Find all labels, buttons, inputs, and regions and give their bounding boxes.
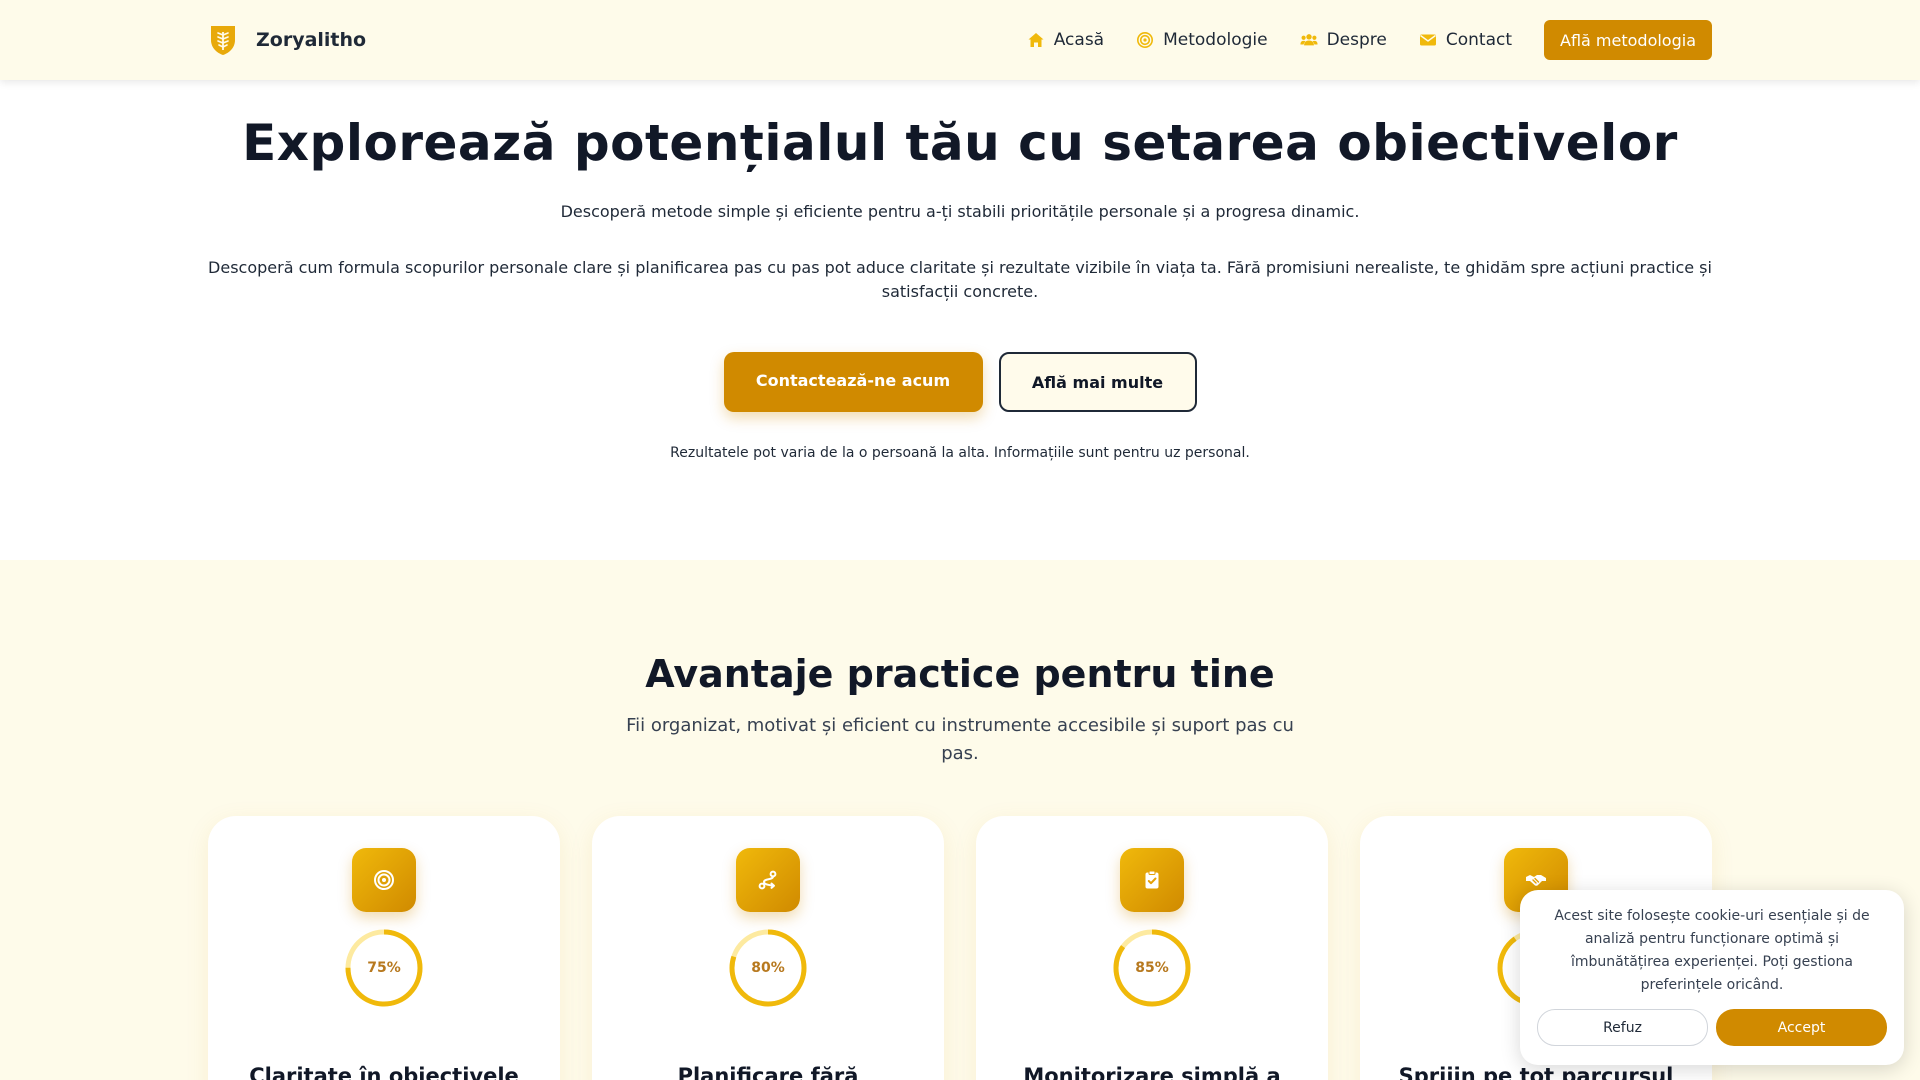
clipboard-check-icon bbox=[1145, 870, 1159, 889]
learn-more-button[interactable]: Află mai multe bbox=[998, 352, 1197, 412]
cookie-banner: Acest site folosește cookie-uri esențial… bbox=[1520, 890, 1904, 1065]
home-icon bbox=[1028, 33, 1044, 47]
nav-item-contact[interactable]: Contact bbox=[1419, 30, 1512, 50]
benefits-subtitle: Fii organizat, motivat și eficient cu in… bbox=[626, 715, 1294, 764]
nav-cta-button[interactable]: Află metodologia bbox=[1544, 20, 1712, 60]
envelope-icon bbox=[1419, 34, 1436, 46]
progress-percent: 80% bbox=[751, 960, 785, 976]
cookie-accept-button[interactable]: Accept bbox=[1716, 1009, 1887, 1046]
nav-item-acasa[interactable]: Acasă bbox=[1027, 30, 1104, 50]
card-icon-badge bbox=[352, 848, 416, 912]
nav-item-despre[interactable]: Despre bbox=[1300, 30, 1387, 50]
nav-item-metodologie[interactable]: Metodologie bbox=[1136, 30, 1268, 50]
card-title: Monitorizare simplă a bbox=[1023, 1064, 1281, 1080]
benefit-card: 85% Monitorizare simplă a bbox=[976, 816, 1328, 1080]
progress-ring: 80% bbox=[728, 928, 808, 1008]
hero-title: Explorează potențialul tău cu setarea ob… bbox=[242, 114, 1678, 172]
brand[interactable]: Zoryalitho bbox=[208, 23, 366, 57]
contact-now-button[interactable]: Contactează-ne acum bbox=[723, 352, 983, 412]
benefit-card: 80% Planificare fără bbox=[592, 816, 944, 1080]
progress-percent: 85% bbox=[1135, 960, 1169, 976]
card-title: Claritate în obiectivele bbox=[249, 1064, 519, 1080]
card-title: Planificare fără bbox=[677, 1064, 859, 1080]
benefits-title: Avantaje practice pentru tine bbox=[645, 652, 1275, 696]
nav-item-label: Contact bbox=[1445, 30, 1512, 50]
benefit-card: 75% Claritate în obiectivele bbox=[208, 816, 560, 1080]
target-icon bbox=[1137, 32, 1154, 48]
hero-description: Descoperă cum formula scopurilor persona… bbox=[208, 258, 1712, 301]
main-nav: Acasă Metodologie Despre Contact Află me… bbox=[1027, 20, 1712, 60]
nav-item-label: Acasă bbox=[1053, 30, 1105, 50]
cookie-text: Acest site folosește cookie-uri esențial… bbox=[1554, 908, 1870, 993]
hero-disclaimer: Rezultatele pot varia de la o persoană l… bbox=[670, 445, 1250, 461]
card-icon-badge bbox=[1120, 848, 1184, 912]
users-icon bbox=[1300, 34, 1318, 46]
hero-section: Explorează potențialul tău cu setarea ob… bbox=[0, 80, 1920, 560]
card-title: Sprijin pe tot parcursul bbox=[1398, 1064, 1674, 1080]
card-icon-badge bbox=[736, 848, 800, 912]
target-icon bbox=[374, 870, 394, 890]
route-icon bbox=[758, 870, 777, 890]
site-header: Zoryalitho Acasă Metodologie Despre Cont… bbox=[0, 0, 1920, 80]
progress-ring: 85% bbox=[1112, 928, 1192, 1008]
progress-percent: 75% bbox=[367, 960, 401, 976]
hero-buttons: Contactează-ne acum Află mai multe bbox=[0, 352, 1920, 412]
cookie-refuse-button[interactable]: Refuz bbox=[1537, 1009, 1708, 1046]
benefit-cards: 75% Claritate în obiectivele 80% Planifi… bbox=[208, 816, 1712, 1080]
progress-ring: 75% bbox=[344, 928, 424, 1008]
brand-name: Zoryalitho bbox=[256, 29, 367, 51]
header-inner: Zoryalitho Acasă Metodologie Despre Cont… bbox=[208, 0, 1712, 80]
nav-item-label: Metodologie bbox=[1163, 30, 1268, 50]
cookie-buttons: Refuz Accept bbox=[1537, 1009, 1887, 1046]
nav-item-label: Despre bbox=[1326, 30, 1387, 50]
handshake-icon bbox=[1526, 875, 1546, 886]
hero-subtitle: Descoperă metode simple și eficiente pen… bbox=[560, 202, 1360, 221]
shield-wheat-icon bbox=[211, 26, 235, 55]
